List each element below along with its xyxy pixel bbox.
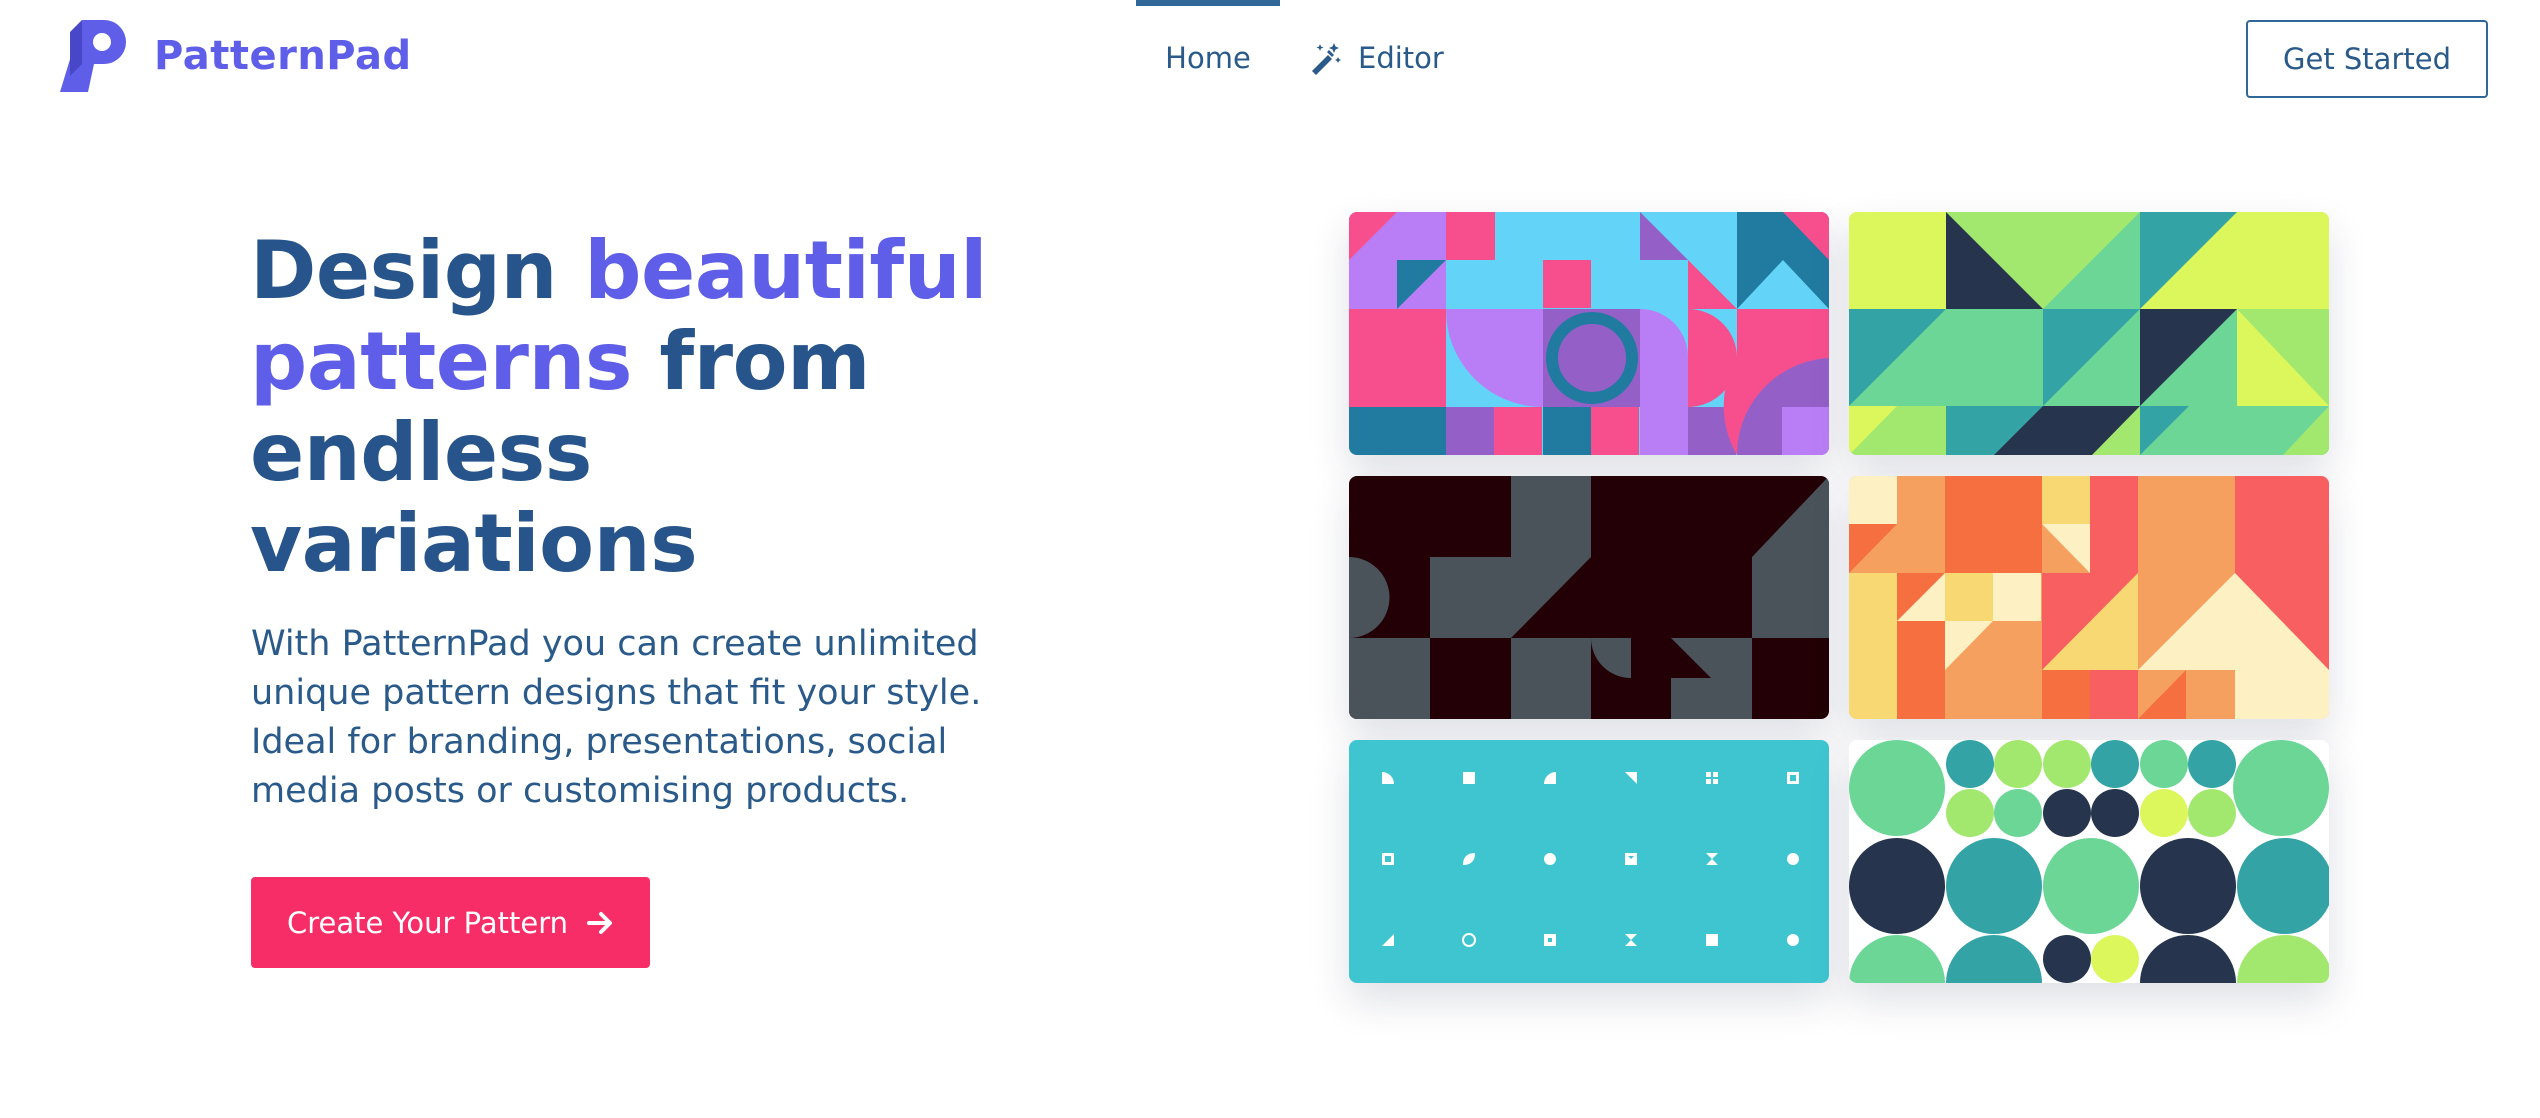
site-header: PatternPad Home Editor Get Started xyxy=(0,0,2540,115)
patternpad-logo-icon xyxy=(60,20,126,92)
get-started-button[interactable]: Get Started xyxy=(2246,20,2488,98)
pattern-card-warm[interactable] xyxy=(1849,476,2329,719)
brand-logo[interactable]: PatternPad xyxy=(60,20,412,92)
nav-editor-label: Editor xyxy=(1358,40,1444,75)
hero-title: Design beautiful patterns from endless v… xyxy=(250,225,1050,589)
pattern-card-circles[interactable] xyxy=(1849,740,2329,983)
brand-name: PatternPad xyxy=(154,33,412,79)
pattern-card-dark[interactable] xyxy=(1349,476,1829,719)
pattern-preview-cyan xyxy=(1349,740,1829,983)
nav-editor[interactable]: Editor xyxy=(1308,0,1444,115)
nav-home[interactable]: Home xyxy=(1136,0,1280,115)
pattern-preview-circles xyxy=(1849,740,2329,983)
pattern-card-pink-blue[interactable] xyxy=(1349,212,1829,455)
pattern-preview-pink-blue xyxy=(1349,212,1829,455)
pattern-preview-green-triangles xyxy=(1849,212,2329,455)
main-nav: Home Editor xyxy=(1136,0,1444,115)
create-pattern-button[interactable]: Create Your Pattern xyxy=(251,877,650,968)
pattern-card-cyan[interactable] xyxy=(1349,740,1829,983)
pattern-card-green-triangles[interactable] xyxy=(1849,212,2329,455)
pattern-preview-dark xyxy=(1349,476,1829,719)
create-pattern-label: Create Your Pattern xyxy=(286,905,569,940)
magic-wand-icon xyxy=(1312,42,1341,75)
nav-home-label: Home xyxy=(1165,40,1251,75)
arrow-right-icon xyxy=(587,911,613,934)
pattern-preview-warm xyxy=(1849,476,2329,719)
hero-title-part1: Design xyxy=(250,224,585,317)
hero-description: With PatternPad you can create unlimited… xyxy=(251,624,982,811)
pattern-gallery xyxy=(1349,212,2329,983)
